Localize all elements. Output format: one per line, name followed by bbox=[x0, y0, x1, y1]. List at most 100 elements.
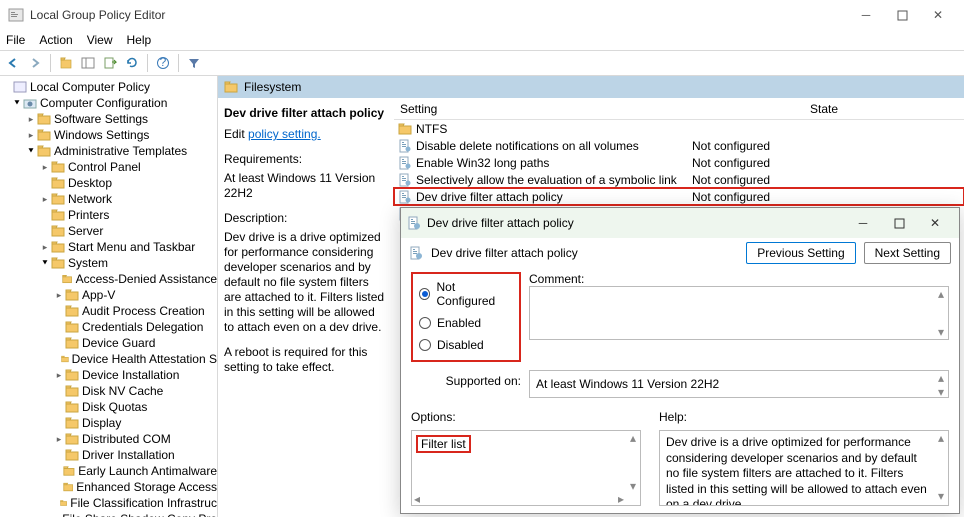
tree-label: Enhanced Storage Access bbox=[76, 480, 217, 494]
titlebar: Local Group Policy Editor ─ ✕ bbox=[0, 0, 964, 30]
tree-dhas[interactable]: Device Health Attestation S bbox=[0, 351, 217, 367]
scroll-up-icon[interactable]: ▴ bbox=[938, 287, 944, 301]
tree-display[interactable]: Display bbox=[0, 415, 217, 431]
radio-dot-icon bbox=[419, 288, 430, 300]
setting-state: Not configured bbox=[692, 139, 964, 153]
tree-root[interactable]: Local Computer Policy bbox=[0, 79, 217, 95]
dialog-minimize-button[interactable]: ─ bbox=[845, 211, 881, 235]
tree-device-guard[interactable]: Device Guard bbox=[0, 335, 217, 351]
tree-device-install[interactable]: ▸Device Installation bbox=[0, 367, 217, 383]
menu-help[interactable]: Help bbox=[127, 33, 152, 47]
scroll-up-icon[interactable]: ▴ bbox=[938, 371, 944, 385]
tree-fci[interactable]: File Classification Infrastruc bbox=[0, 495, 217, 511]
tree-label: Access-Denied Assistance bbox=[76, 272, 217, 286]
tree-start-menu[interactable]: ▸Start Menu and Taskbar bbox=[0, 239, 217, 255]
tree-system[interactable]: ⯆System bbox=[0, 255, 217, 271]
comment-label: Comment: bbox=[529, 272, 949, 286]
close-button[interactable]: ✕ bbox=[920, 3, 956, 27]
tree-cred-delegation[interactable]: Credentials Delegation bbox=[0, 319, 217, 335]
list-row[interactable]: Dev drive filter attach policyNot config… bbox=[394, 188, 964, 205]
tree-disk-nv[interactable]: Disk NV Cache bbox=[0, 383, 217, 399]
tree-label: Driver Installation bbox=[82, 448, 175, 462]
tree-driver-install[interactable]: Driver Installation bbox=[0, 447, 217, 463]
list-row[interactable]: Enable Win32 long pathsNot configured bbox=[394, 154, 964, 171]
scroll-up-icon[interactable]: ▴ bbox=[630, 431, 636, 445]
folder-icon bbox=[398, 122, 412, 136]
setting-name: Disable delete notifications on all volu… bbox=[416, 139, 692, 153]
maximize-button[interactable] bbox=[884, 3, 920, 27]
supported-value: At least Windows 11 Version 22H2 bbox=[536, 377, 719, 391]
tree-elam[interactable]: Early Launch Antimalware bbox=[0, 463, 217, 479]
tree-computer-config[interactable]: ⯆Computer Configuration bbox=[0, 95, 217, 111]
tree-software-settings[interactable]: ▸Software Settings bbox=[0, 111, 217, 127]
menu-file[interactable]: File bbox=[6, 33, 25, 47]
setting-name: NTFS bbox=[416, 122, 692, 136]
setting-state: Not configured bbox=[692, 190, 964, 204]
scroll-right-icon[interactable]: ▸ bbox=[618, 492, 624, 506]
next-setting-button[interactable]: Next Setting bbox=[864, 242, 951, 264]
scroll-left-icon[interactable]: ◂ bbox=[414, 492, 420, 506]
list-row[interactable]: Selectively allow the evaluation of a sy… bbox=[394, 171, 964, 188]
dialog-maximize-button[interactable] bbox=[881, 211, 917, 235]
up-button[interactable] bbox=[56, 53, 76, 73]
tree-desktop[interactable]: Desktop bbox=[0, 175, 217, 191]
back-button[interactable] bbox=[3, 53, 23, 73]
menu-view[interactable]: View bbox=[87, 33, 113, 47]
tree-access-denied[interactable]: Access-Denied Assistance bbox=[0, 271, 217, 287]
previous-setting-button[interactable]: Previous Setting bbox=[746, 242, 855, 264]
tree-audit-process[interactable]: Audit Process Creation bbox=[0, 303, 217, 319]
tree-label: Early Launch Antimalware bbox=[78, 464, 217, 478]
export-button[interactable] bbox=[100, 53, 120, 73]
tree-admin-templates[interactable]: ⯆Administrative Templates bbox=[0, 143, 217, 159]
details-panel: Dev drive filter attach policy Edit poli… bbox=[218, 98, 394, 517]
tree-server[interactable]: Server bbox=[0, 223, 217, 239]
tree-label: Device Health Attestation S bbox=[72, 352, 217, 366]
setting-name: Dev drive filter attach policy bbox=[416, 190, 692, 204]
col-state[interactable]: State bbox=[684, 102, 964, 116]
policy-icon bbox=[409, 246, 423, 260]
tree-fsscp[interactable]: File Share Shadow Copy Pro bbox=[0, 511, 217, 517]
filter-button[interactable] bbox=[184, 53, 204, 73]
radio-enabled[interactable]: Enabled bbox=[419, 316, 513, 330]
tree-control-panel[interactable]: ▸Control Panel bbox=[0, 159, 217, 175]
req-value: At least Windows 11 Version 22H2 bbox=[224, 171, 388, 201]
tree-label: App-V bbox=[82, 288, 115, 302]
tree-esa[interactable]: Enhanced Storage Access bbox=[0, 479, 217, 495]
minimize-button[interactable]: ─ bbox=[848, 3, 884, 27]
radio-disabled[interactable]: Disabled bbox=[419, 338, 513, 352]
dialog-subtitle: Dev drive filter attach policy bbox=[431, 246, 738, 260]
tree-network[interactable]: ▸Network bbox=[0, 191, 217, 207]
forward-button[interactable] bbox=[25, 53, 45, 73]
radio-not-configured[interactable]: Not Configured bbox=[419, 280, 513, 308]
window-title: Local Group Policy Editor bbox=[30, 8, 848, 22]
tree-dcom[interactable]: ▸Distributed COM bbox=[0, 431, 217, 447]
tree-printers[interactable]: Printers bbox=[0, 207, 217, 223]
tree-windows-settings[interactable]: ▸Windows Settings bbox=[0, 127, 217, 143]
scroll-down-icon[interactable]: ▾ bbox=[630, 479, 636, 493]
scroll-down-icon[interactable]: ▾ bbox=[938, 325, 944, 339]
nav-tree[interactable]: Local Computer Policy ⯆Computer Configur… bbox=[0, 76, 218, 517]
list-row[interactable]: Disable delete notifications on all volu… bbox=[394, 137, 964, 154]
tree-label: Desktop bbox=[68, 176, 112, 190]
menubar: File Action View Help bbox=[0, 30, 964, 50]
scroll-down-icon[interactable]: ▾ bbox=[938, 385, 944, 399]
tree-appv[interactable]: ▸App-V bbox=[0, 287, 217, 303]
dialog-title: Dev drive filter attach policy bbox=[427, 216, 845, 230]
radio-label: Not Configured bbox=[436, 280, 513, 308]
show-hide-tree-button[interactable] bbox=[78, 53, 98, 73]
list-row[interactable]: NTFS bbox=[394, 120, 964, 137]
help-button[interactable]: ? bbox=[153, 53, 173, 73]
comment-input[interactable]: ▴▾ bbox=[529, 286, 949, 340]
tree-label: Local Computer Policy bbox=[30, 80, 150, 94]
dialog-close-button[interactable]: ✕ bbox=[917, 211, 953, 235]
scroll-down-icon[interactable]: ▾ bbox=[938, 489, 944, 505]
policy-icon bbox=[407, 216, 421, 230]
scroll-up-icon[interactable]: ▴ bbox=[938, 431, 944, 447]
edit-policy-link[interactable]: policy setting. bbox=[248, 127, 321, 141]
col-setting[interactable]: Setting bbox=[394, 102, 684, 116]
tree-disk-quotas[interactable]: Disk Quotas bbox=[0, 399, 217, 415]
refresh-button[interactable] bbox=[122, 53, 142, 73]
options-box[interactable]: Filter list ▴▾ ◂▸ bbox=[411, 430, 641, 506]
menu-action[interactable]: Action bbox=[39, 33, 72, 47]
tree-label: Credentials Delegation bbox=[82, 320, 203, 334]
